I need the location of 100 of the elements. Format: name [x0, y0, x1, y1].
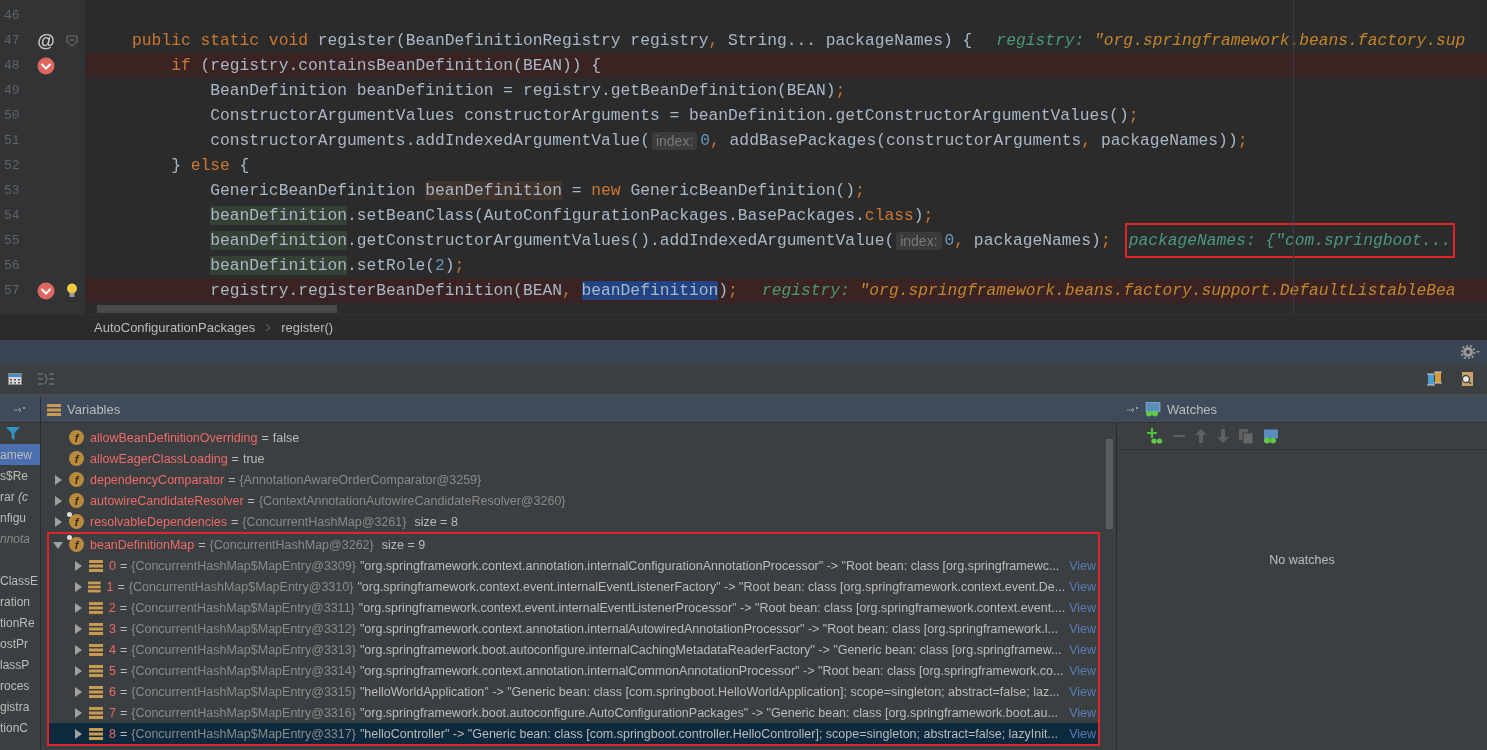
code-text: GenericBeanDefinition()	[630, 181, 856, 200]
stack-frame[interactable]: ration	[0, 594, 31, 609]
stack-frame[interactable]: ostPr	[0, 636, 28, 651]
code-keyword: ,	[561, 281, 573, 300]
expand-arrow-icon[interactable]	[53, 495, 63, 506]
code-keyword: ,	[710, 131, 721, 150]
code-keyword: if	[171, 56, 192, 75]
chevron-icon	[265, 322, 272, 332]
field-icon: f	[69, 451, 84, 466]
entry-value: "org.springframework.context.annotation.internalCommonAnnotationProcessor" -> "Root bean: class [org.springframework.co...	[359, 663, 1064, 678]
fold-icon[interactable]	[66, 34, 78, 47]
collapse-arrow-icon[interactable]	[53, 539, 63, 550]
glasses-icon[interactable]	[1263, 428, 1279, 444]
object-reference: {ConcurrentHashMap$MapEntry@3309}	[131, 558, 356, 573]
stack-frame[interactable]: lassP	[0, 657, 30, 672]
breakpoint-icon[interactable]	[37, 281, 55, 300]
code-keyword: ;	[1128, 106, 1139, 125]
object-reference: {ConcurrentHashMap$MapEntry@3314}	[131, 663, 356, 678]
expand-arrow-icon[interactable]	[73, 581, 83, 592]
breadcrumb[interactable]: register()	[281, 319, 334, 335]
settings-icon[interactable]	[1461, 345, 1481, 359]
debug-value: "org.springframework.beans.factory.support.DefaultListableBea	[859, 281, 1456, 300]
stack-frame[interactable]: roces	[0, 678, 30, 693]
stack-frame[interactable]: gistra	[0, 699, 30, 714]
code-text: packageNames))	[1100, 131, 1238, 150]
code-keyword: public static void	[132, 31, 309, 50]
code-text: (registry.containsBeanDefinition(BEAN)) {	[200, 56, 602, 75]
view-link[interactable]: View	[1069, 726, 1098, 741]
entry-index: 7	[109, 705, 116, 720]
calculator-icon[interactable]	[8, 373, 22, 385]
entry-icon	[89, 664, 103, 677]
object-reference: {ConcurrentHashMap$MapEntry@3312}	[131, 621, 356, 636]
entry-index: 4	[109, 642, 116, 657]
debug-value-name: packageNames:	[1128, 231, 1256, 250]
stack-frame[interactable]: nnota	[0, 531, 31, 546]
code-text: constructorArguments.addIndexedArgumentValue(	[210, 131, 650, 150]
equals-sign: =	[247, 493, 255, 508]
variable-name: autowireCandidateResolver	[90, 493, 244, 508]
expand-arrow-icon[interactable]	[73, 623, 83, 634]
variable-name: resolvableDependencies	[90, 514, 227, 529]
parameter-hint: index:	[896, 231, 942, 250]
code-text: packageNames)	[973, 231, 1101, 250]
code-text: }	[171, 156, 182, 175]
expand-arrow-icon[interactable]	[73, 728, 83, 739]
pin-icon[interactable]	[1127, 405, 1139, 414]
code-text: ConstructorArgumentValues constructorArguments = beanDefinition.getConstructorArgumentValues()	[210, 106, 1129, 125]
code-keyword: ,	[1081, 131, 1093, 150]
code-keyword: ;	[855, 181, 865, 200]
expand-arrow-icon[interactable]	[73, 665, 83, 676]
expand-arrow-icon[interactable]	[53, 474, 63, 485]
expand-arrow-icon[interactable]	[73, 707, 83, 718]
code-text: .getConstructorArgumentValues().addIndexedArgumentValue(	[347, 231, 895, 250]
stack-frame[interactable]: ClassE	[0, 573, 38, 588]
field-icon: f	[69, 514, 84, 529]
entry-icon	[87, 580, 101, 593]
code-text: )	[718, 281, 729, 300]
lightbulb-icon[interactable]	[66, 283, 78, 298]
empty-message: No watches	[1269, 553, 1335, 567]
entry-value: "org.springframework.context.event.internalEventListenerProcessor" -> "Root bean: class [org.springframework.context.event....	[358, 600, 1066, 615]
debug-value-name: registry:	[761, 281, 850, 300]
code-keyword: new	[591, 181, 622, 200]
stack-frame[interactable]: rar (c	[0, 489, 28, 504]
stack-frame[interactable]: nfigu	[0, 510, 27, 525]
entry-icon	[89, 706, 103, 719]
expand-arrow-icon[interactable]	[73, 686, 83, 697]
field-icon: f	[69, 493, 84, 508]
code-text: GenericBeanDefinition	[210, 181, 417, 200]
breadcrumb[interactable]: AutoConfigurationPackages	[94, 319, 256, 335]
equals-sign: =	[231, 451, 239, 466]
equals-sign: =	[230, 514, 239, 529]
code-keyword: ;	[1237, 131, 1248, 150]
scrollbar[interactable]	[97, 305, 337, 313]
add-watch-icon[interactable]	[1147, 428, 1163, 444]
breakpoint-icon[interactable]	[37, 56, 55, 75]
equals-sign: =	[119, 684, 128, 699]
expand-arrow-icon[interactable]	[73, 602, 83, 613]
stack-frame[interactable]: tionC	[0, 720, 28, 735]
panel-title: Variables	[67, 402, 121, 417]
expand-arrow-icon[interactable]	[73, 644, 83, 655]
equals-sign: =	[228, 472, 236, 487]
spool-icon[interactable]	[1427, 371, 1443, 387]
entry-index: 0	[109, 558, 116, 573]
stack-frame[interactable]: s$Re	[0, 468, 28, 483]
object-reference: {ConcurrentHashMap$MapEntry@3317}	[131, 726, 356, 741]
panel-title: Watches	[1167, 402, 1218, 417]
field-icon: f	[69, 537, 84, 552]
implements-marker[interactable]: @	[37, 31, 55, 50]
collection-size: size = 8	[414, 514, 458, 529]
filter-icon[interactable]	[6, 427, 20, 440]
variable-highlight: beanDefinition	[210, 231, 348, 250]
code-keyword: class	[864, 206, 914, 225]
expand-arrow-icon[interactable]	[73, 560, 83, 571]
debug-value-name: registry:	[996, 31, 1085, 50]
scrollbar[interactable]	[1105, 439, 1113, 529]
code-keyword: ;	[1100, 231, 1111, 250]
expand-arrow-icon[interactable]	[53, 516, 63, 527]
code-text: addBasePackages(constructorArguments	[729, 131, 1082, 150]
pin-icon[interactable]	[14, 405, 26, 414]
stack-frame[interactable]: tionRe	[0, 615, 35, 630]
search-icon[interactable]	[1459, 371, 1475, 387]
